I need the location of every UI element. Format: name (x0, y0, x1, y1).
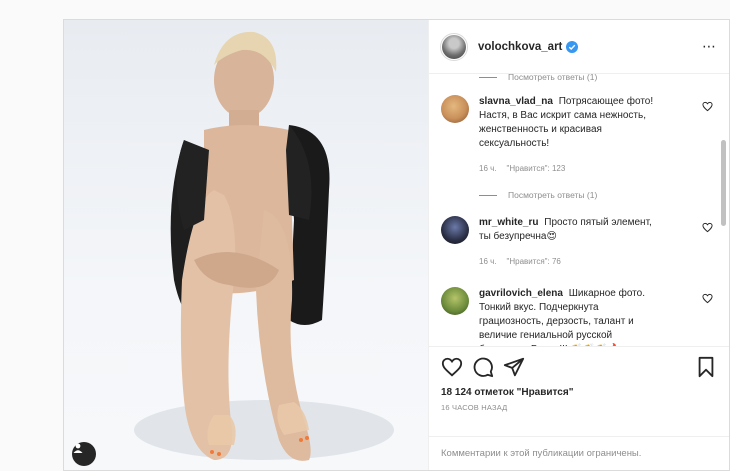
more-options-icon[interactable]: ⋯ (702, 38, 717, 55)
comment-like-heart-icon[interactable] (702, 101, 713, 112)
comment-time[interactable]: 16 ч. (479, 255, 497, 269)
comment-meta: 16 ч. "Нравится": 76 (479, 255, 659, 269)
view-replies-link[interactable]: Посмотреть ответы (1) (441, 74, 717, 84)
comments-scrollbar[interactable] (721, 140, 726, 226)
post-photo[interactable] (64, 20, 429, 470)
comment-like-heart-icon[interactable] (702, 293, 713, 304)
comment-username[interactable]: slavna_vlad_na (479, 96, 553, 107)
like-heart-icon[interactable] (441, 356, 463, 378)
comment-body: mr_white_ru Просто пятый элемент, ты без… (479, 216, 659, 269)
commenter-avatar[interactable] (441, 216, 469, 244)
post-side-panel: volochkova_art ⋯ Посмотреть ответы (1) s… (429, 20, 729, 470)
comment-bubble-icon[interactable] (472, 356, 494, 378)
comment-meta: 16 ч. "Нравится": 123 (479, 162, 659, 176)
bookmark-icon[interactable] (695, 356, 717, 378)
comments-list: Посмотреть ответы (1) slavna_vlad_na Пот… (429, 74, 729, 346)
post-header: volochkova_art ⋯ (429, 20, 729, 74)
share-paper-plane-icon[interactable] (503, 356, 525, 378)
photo-illustration (134, 31, 394, 461)
post-modal: volochkova_art ⋯ Посмотреть ответы (1) s… (63, 19, 730, 471)
author-avatar[interactable] (440, 32, 468, 61)
author-username[interactable]: volochkova_art (478, 41, 562, 53)
commenter-avatar[interactable] (441, 287, 469, 315)
comment-username[interactable]: gavrilovich_elena (479, 288, 563, 299)
comment-item: gavrilovich_elena Шикарное фото. Тонкий … (441, 287, 717, 346)
comment-item: mr_white_ru Просто пятый элемент, ты без… (441, 216, 717, 269)
post-timestamp[interactable]: 16 ЧАСОВ НАЗАД (441, 403, 717, 412)
comment-likes[interactable]: "Нравится": 76 (507, 255, 561, 269)
comment-time[interactable]: 16 ч. (479, 162, 497, 176)
user-tag-icon[interactable] (72, 442, 96, 466)
post-actions: 18 124 отметок "Нравится" 16 ЧАСОВ НАЗАД (429, 346, 729, 436)
comment-likes[interactable]: "Нравится": 123 (507, 162, 566, 176)
comment-item: slavna_vlad_na Потрясающее фото! Настя, … (441, 95, 717, 176)
view-replies-link[interactable]: Посмотреть ответы (1) (441, 188, 717, 202)
comment-body: gavrilovich_elena Шикарное фото. Тонкий … (479, 287, 659, 346)
like-count[interactable]: 18 124 отметок "Нравится" (441, 387, 717, 398)
action-icons (441, 353, 717, 381)
comments-disabled-notice: Комментарии к этой публикации ограничены… (429, 436, 729, 470)
verified-badge-icon (566, 40, 579, 53)
comment-username[interactable]: mr_white_ru (479, 217, 538, 228)
comment-body: slavna_vlad_na Потрясающее фото! Настя, … (479, 95, 659, 176)
comment-like-heart-icon[interactable] (702, 222, 713, 233)
commenter-avatar[interactable] (441, 95, 469, 123)
